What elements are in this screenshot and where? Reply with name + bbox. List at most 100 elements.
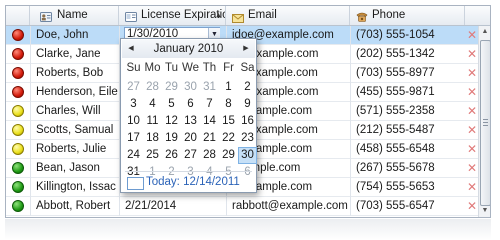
- calendar-day[interactable]: 31: [200, 79, 219, 96]
- envelope-icon: [232, 11, 244, 23]
- calendar-day[interactable]: 24: [124, 147, 143, 164]
- status-column-header[interactable]: [6, 6, 30, 25]
- weekday-label: Mo: [144, 62, 161, 74]
- calendar-day[interactable]: 27: [181, 147, 200, 164]
- phone-cell[interactable]: (754) 555-5653: [356, 178, 464, 197]
- name-cell[interactable]: Henderson, Eileen: [36, 83, 118, 102]
- phone-cell[interactable]: (202) 555-1342: [356, 45, 464, 64]
- name-column-header[interactable]: Name: [30, 6, 119, 25]
- phone-cell[interactable]: (703) 555-8977: [356, 64, 464, 83]
- phone-cell[interactable]: (455) 555-9871: [356, 83, 464, 102]
- calendar-day[interactable]: 13: [181, 113, 200, 130]
- delete-x-icon[interactable]: ✕: [465, 45, 479, 64]
- license-cell[interactable]: 2/21/2014: [125, 197, 225, 216]
- weekday-label: Fr: [223, 62, 234, 74]
- status-yellow-icon: [12, 124, 24, 136]
- calendar-day[interactable]: 21: [200, 130, 219, 147]
- name-cell[interactable]: Roberts, Bob: [36, 64, 118, 83]
- scroll-down-arrow-icon[interactable]: ▼: [479, 205, 490, 217]
- delete-x-icon[interactable]: ✕: [465, 197, 479, 216]
- name-cell[interactable]: Charles, Will: [36, 102, 118, 121]
- calendar-day[interactable]: 19: [162, 130, 181, 147]
- calendar-day[interactable]: 5: [162, 96, 181, 113]
- calendar-day[interactable]: 4: [143, 96, 162, 113]
- calendar-day[interactable]: 20: [181, 130, 200, 147]
- license-column-header[interactable]: License Expiratic ▲: [119, 6, 226, 25]
- calendar-day[interactable]: 2: [238, 79, 257, 96]
- calendar-day[interactable]: 30: [181, 79, 200, 96]
- calendar-day[interactable]: 12: [162, 113, 181, 130]
- status-red-icon: [12, 86, 24, 98]
- calendar-day[interactable]: 29: [162, 79, 181, 96]
- delete-x-icon[interactable]: ✕: [465, 26, 479, 45]
- email-column-header[interactable]: Email: [226, 6, 350, 25]
- calendar-month-title[interactable]: January 2010: [140, 40, 237, 58]
- calendar-day[interactable]: 14: [200, 113, 219, 130]
- calendar-day[interactable]: 16: [238, 113, 257, 130]
- delete-x-icon[interactable]: ✕: [465, 140, 479, 159]
- name-cell[interactable]: Roberts, Julie: [36, 140, 118, 159]
- vertical-scrollbar[interactable]: ▲ ▼: [478, 26, 490, 217]
- phone-cell[interactable]: (703) 555-1054: [356, 26, 464, 45]
- name-cell[interactable]: Bean, Jason: [36, 159, 118, 178]
- status-red-icon: [12, 67, 24, 79]
- calendar-day[interactable]: 29: [219, 147, 238, 164]
- calendar-day[interactable]: 27: [124, 79, 143, 96]
- calendar-day[interactable]: 28: [143, 79, 162, 96]
- delete-x-icon[interactable]: ✕: [465, 121, 479, 140]
- calendar-day[interactable]: 11: [143, 113, 162, 130]
- name-cell[interactable]: Killington, Issac: [36, 178, 118, 197]
- delete-x-icon[interactable]: ✕: [465, 102, 479, 121]
- previous-month-icon[interactable]: ◀: [124, 40, 138, 58]
- name-cell[interactable]: Abbott, Robert: [36, 197, 118, 216]
- delete-x-icon[interactable]: ✕: [465, 64, 479, 83]
- phone-cell[interactable]: (703) 555-6547: [356, 197, 464, 216]
- calendar-day[interactable]: 17: [124, 130, 143, 147]
- name-cell[interactable]: Scotts, Samual: [36, 121, 118, 140]
- calendar-day[interactable]: 23: [238, 130, 257, 147]
- today-link[interactable]: Today: 12/14/2011: [146, 175, 240, 189]
- calendar-day[interactable]: 22: [219, 130, 238, 147]
- calendar-day[interactable]: 8: [219, 96, 238, 113]
- delete-x-icon[interactable]: ✕: [465, 178, 479, 197]
- delete-x-icon[interactable]: ✕: [465, 83, 479, 102]
- weekday-label: Tu: [165, 62, 178, 74]
- calendar-day[interactable]: 1: [219, 79, 238, 96]
- calendar-day[interactable]: 28: [200, 147, 219, 164]
- name-cell[interactable]: Doe, John: [36, 26, 118, 45]
- calendar-day[interactable]: 15: [219, 113, 238, 130]
- license-column-label: License Expiratic: [141, 9, 226, 21]
- column-header-row: Name License Expiratic ▲ Email Phone: [6, 6, 490, 26]
- status-yellow-icon: [12, 143, 24, 155]
- email-column-label: Email: [248, 9, 277, 21]
- calendar-day[interactable]: 6: [181, 96, 200, 113]
- weekday-label: Th: [202, 62, 217, 74]
- phone-cell[interactable]: (458) 555-6548: [356, 140, 464, 159]
- delete-x-icon[interactable]: ✕: [465, 159, 479, 178]
- next-month-icon[interactable]: ▶: [239, 40, 253, 58]
- phone-cell[interactable]: (212) 555-5487: [356, 121, 464, 140]
- today-calendar-icon[interactable]: [127, 177, 144, 190]
- phone-cell[interactable]: (267) 555-5678: [356, 159, 464, 178]
- phone-cell[interactable]: (571) 555-2358: [356, 102, 464, 121]
- email-cell[interactable]: rabbott@example.com: [232, 197, 350, 216]
- id-card-icon: [125, 10, 137, 22]
- calendar-day[interactable]: 9: [238, 96, 257, 113]
- calendar-day[interactable]: 18: [143, 130, 162, 147]
- weekday-label: Su: [126, 62, 141, 74]
- calendar-day[interactable]: 6: [238, 164, 257, 181]
- calendar-popup: ◀ January 2010 ▶ Su Mo Tu We Th Fr Sa 27 28 29 30 3…: [120, 38, 257, 193]
- calendar-day[interactable]: 10: [124, 113, 143, 130]
- scrollbar-thumb[interactable]: [480, 40, 490, 206]
- table-row[interactable]: Abbott, Robert 2/21/2014 rabbott@example…: [6, 197, 478, 216]
- phone-column-header[interactable]: Phone: [350, 6, 465, 25]
- calendar-day[interactable]: 25: [143, 147, 162, 164]
- calendar-day[interactable]: 7: [200, 96, 219, 113]
- scroll-up-arrow-icon[interactable]: ▲: [479, 26, 490, 38]
- calendar-day[interactable]: 30: [238, 147, 257, 164]
- name-cell[interactable]: Clarke, Jane: [36, 45, 118, 64]
- phone-column-label: Phone: [372, 9, 406, 21]
- status-green-icon: [12, 200, 24, 212]
- calendar-day[interactable]: 26: [162, 147, 181, 164]
- calendar-day[interactable]: 3: [124, 96, 143, 113]
